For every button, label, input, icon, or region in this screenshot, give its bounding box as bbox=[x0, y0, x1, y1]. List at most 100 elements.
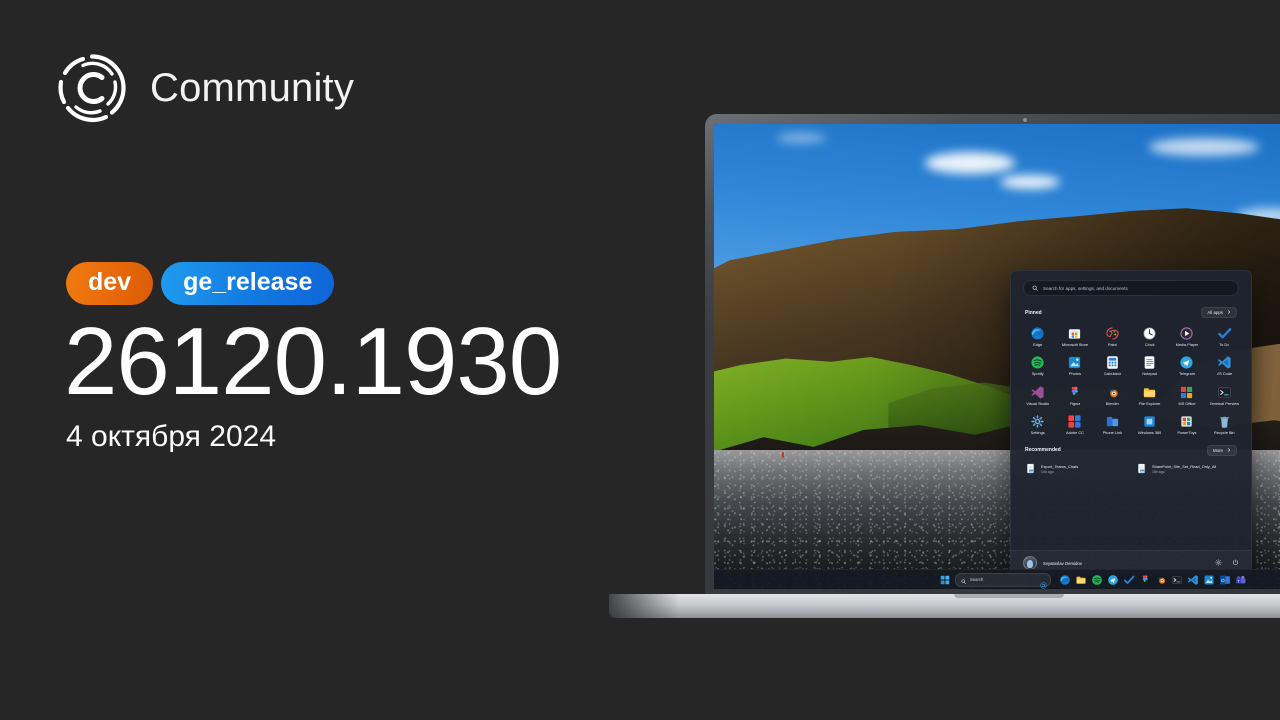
pinned-app-clock[interactable]: Clock bbox=[1131, 323, 1168, 349]
pinned-app-label: VS Code bbox=[1216, 372, 1233, 377]
user-account-button[interactable]: Svyatoslav Demidov bbox=[1023, 556, 1082, 570]
to-do-icon bbox=[1217, 326, 1232, 341]
power-icon[interactable] bbox=[1232, 559, 1239, 567]
taskbar-vs-code-icon[interactable] bbox=[1187, 574, 1199, 586]
start-footer-actions bbox=[1215, 559, 1239, 567]
release-badges: dev ge_release bbox=[66, 262, 335, 305]
pinned-app-terminal-preview[interactable]: Terminal Preview bbox=[1206, 382, 1243, 408]
pinned-app-photos[interactable]: Photos bbox=[1056, 352, 1093, 378]
start-search-input[interactable]: Search for apps, settings, and documents bbox=[1023, 280, 1239, 296]
pinned-app-phone-link[interactable]: Phone Link bbox=[1094, 411, 1131, 437]
pinned-app-label: To Do bbox=[1219, 343, 1230, 347]
ms-office-icon bbox=[1179, 385, 1194, 400]
recommended-title: Recommended bbox=[1025, 447, 1061, 454]
community-circle-logo-icon bbox=[56, 52, 128, 124]
pinned-app-visual-studio[interactable]: Visual Studio bbox=[1019, 382, 1056, 408]
pinned-app-paint[interactable]: Paint bbox=[1094, 323, 1131, 349]
pinned-app-calculator[interactable]: Calculator bbox=[1094, 352, 1131, 378]
pinned-header: Pinned All apps bbox=[1011, 302, 1251, 321]
recommended-item-name: SharePoint_Site_Set_Read_Only_All bbox=[1152, 463, 1217, 469]
pinned-app-file-explorer[interactable]: File Explorer bbox=[1131, 382, 1168, 408]
pinned-app-to-do[interactable]: To Do bbox=[1206, 323, 1243, 349]
pinned-app-label: Phone Link bbox=[1102, 431, 1123, 436]
more-label: More bbox=[1212, 447, 1223, 453]
brand-title: Community bbox=[150, 65, 355, 110]
paint-icon bbox=[1105, 326, 1120, 341]
recommended-item-name: Export_Teams_Chats bbox=[1041, 463, 1079, 469]
pinned-app-vs-code[interactable]: VS Code bbox=[1206, 352, 1243, 378]
more-button[interactable]: More bbox=[1206, 444, 1237, 456]
release-date: 4 октября 2024 bbox=[66, 420, 276, 453]
copilot-icon[interactable] bbox=[1040, 576, 1047, 590]
taskbar-telegram-icon[interactable] bbox=[1107, 574, 1119, 586]
pinned-app-label: Paint bbox=[1107, 343, 1117, 347]
pinned-app-adobe-cc[interactable]: Adobe CC bbox=[1056, 411, 1093, 437]
taskbar-figma-icon[interactable] bbox=[1139, 574, 1151, 586]
taskbar-outlook-icon[interactable]: O bbox=[1219, 574, 1231, 586]
pinned-title: Pinned bbox=[1025, 309, 1042, 316]
taskbar-photos-icon[interactable] bbox=[1203, 574, 1215, 586]
file-explorer-icon bbox=[1142, 385, 1157, 400]
pinned-app-label: Windows 365 bbox=[1137, 431, 1162, 436]
pinned-app-windows-365[interactable]: Windows 365 bbox=[1131, 411, 1168, 437]
start-menu[interactable]: Search for apps, settings, and documents… bbox=[1010, 270, 1252, 576]
taskbar-to-do-icon[interactable] bbox=[1123, 574, 1135, 586]
pinned-app-label: Notepad bbox=[1142, 372, 1158, 377]
taskbar-teams-icon[interactable]: T bbox=[1235, 574, 1247, 586]
recommended-header: Recommended More bbox=[1011, 438, 1251, 459]
pinned-app-recycle-bin[interactable]: Recycle Bin bbox=[1206, 411, 1243, 437]
taskbar-file-explorer-icon[interactable] bbox=[1075, 574, 1087, 586]
document-icon bbox=[1136, 463, 1147, 475]
powertoys-icon bbox=[1179, 414, 1194, 429]
pinned-app-microsoft-store[interactable]: Microsoft Store bbox=[1056, 323, 1093, 349]
phone-link-icon bbox=[1105, 414, 1120, 429]
cloud bbox=[925, 151, 1016, 174]
pinned-app-notepad[interactable]: Notepad bbox=[1131, 352, 1168, 378]
clock-icon bbox=[1142, 326, 1157, 341]
brand-header: Community bbox=[56, 52, 354, 124]
notepad-icon bbox=[1142, 355, 1157, 370]
start-search-row: Search for apps, settings, and documents bbox=[1011, 271, 1251, 302]
all-apps-button[interactable]: All apps bbox=[1201, 307, 1237, 318]
taskbar-spotify-icon[interactable] bbox=[1091, 574, 1103, 586]
recommended-item[interactable]: Export_Teams_Chats 14h ago bbox=[1021, 460, 1130, 478]
recommended-item[interactable]: SharePoint_Site_Set_Read_Only_All 15h ago bbox=[1132, 460, 1241, 478]
slide-root: Community dev ge_release 26120.1930 4 ок… bbox=[0, 0, 1280, 720]
taskbar-search-label: Search bbox=[970, 577, 984, 582]
pinned-app-blender[interactable]: Blender bbox=[1094, 382, 1131, 408]
blender-icon bbox=[1105, 385, 1120, 400]
pinned-app-label: Settings bbox=[1030, 431, 1045, 436]
search-icon bbox=[1032, 285, 1038, 292]
pinned-app-spotify[interactable]: Spotify bbox=[1019, 352, 1056, 378]
pinned-app-telegram[interactable]: Telegram bbox=[1168, 352, 1205, 378]
taskbar-search-box[interactable]: Search bbox=[955, 572, 1051, 590]
pinned-app-label: Recycle Bin bbox=[1214, 431, 1235, 436]
pinned-app-label: Visual Studio bbox=[1026, 401, 1049, 406]
pinned-app-label: Blender bbox=[1105, 401, 1120, 406]
terminal-preview-icon bbox=[1217, 385, 1232, 400]
laptop-lid: Search for apps, settings, and documents… bbox=[705, 114, 1280, 596]
chevron-right-icon bbox=[1227, 310, 1231, 315]
taskbar-app-list: OT bbox=[1059, 574, 1247, 586]
pinned-app-label: Photos bbox=[1068, 372, 1082, 377]
gear-icon[interactable] bbox=[1215, 559, 1222, 567]
pinned-app-settings[interactable]: Settings bbox=[1019, 411, 1056, 437]
badge-ge-release: ge_release bbox=[161, 262, 335, 305]
pinned-app-media-player[interactable]: Media Player bbox=[1168, 323, 1205, 349]
svg-text:O: O bbox=[1221, 577, 1225, 583]
laptop-screen: Search for apps, settings, and documents… bbox=[714, 124, 1280, 589]
pinned-app-edge[interactable]: Edge bbox=[1019, 323, 1056, 349]
taskbar-edge-icon[interactable] bbox=[1059, 574, 1071, 586]
spotify-icon bbox=[1030, 355, 1045, 370]
pinned-app-figma[interactable]: Figma bbox=[1056, 382, 1093, 408]
windows-start-icon[interactable] bbox=[938, 573, 951, 586]
recycle-bin-icon bbox=[1217, 414, 1232, 429]
taskbar-terminal-icon[interactable] bbox=[1171, 574, 1183, 586]
user-name: Svyatoslav Demidov bbox=[1043, 560, 1082, 566]
pinned-app-powertoys[interactable]: PowerToys bbox=[1168, 411, 1205, 437]
pinned-app-ms-office[interactable]: MS Office bbox=[1168, 382, 1205, 408]
laptop-base-notch bbox=[954, 594, 1064, 598]
taskbar-blender-icon[interactable] bbox=[1155, 574, 1167, 586]
microsoft-store-icon bbox=[1067, 326, 1082, 341]
pinned-app-label: Adobe CC bbox=[1066, 431, 1084, 436]
